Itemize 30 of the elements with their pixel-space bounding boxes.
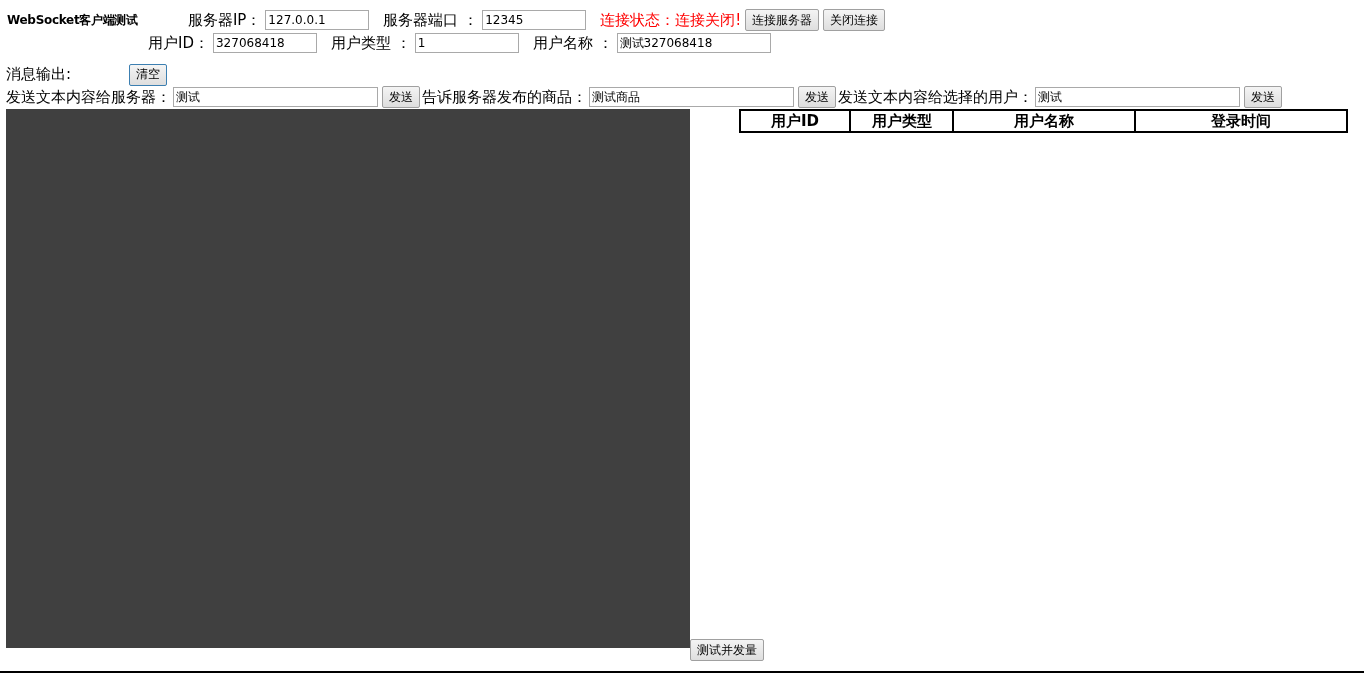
column-header: 用户名称 [953, 110, 1135, 132]
input-field[interactable]: 12345 [482, 10, 587, 30]
input-field[interactable]: 测试327068418 [616, 33, 771, 53]
message-input[interactable]: 测试 [1035, 87, 1240, 107]
input-field[interactable]: 127.0.0.1 [265, 10, 370, 30]
field-label: 告诉服务器发布的商品： [422, 87, 587, 107]
send-button[interactable]: 发送 [1244, 86, 1282, 108]
field-label: 用户ID： [148, 33, 209, 53]
field-label: 发送文本内容给服务器： [6, 87, 171, 107]
connection-button[interactable]: 连接服务器 [745, 9, 820, 31]
output-label: 消息输出: [6, 65, 73, 84]
column-header: 用户类型 [850, 110, 953, 132]
column-header: 用户ID [740, 110, 850, 132]
connection-status: 连接状态：连接关闭! [600, 10, 742, 30]
send-button[interactable]: 发送 [382, 86, 420, 108]
field-label: 用户类型 ： [331, 33, 411, 53]
connection-button[interactable]: 关闭连接 [823, 9, 886, 31]
field-label: 发送文本内容给选择的用户： [838, 87, 1033, 107]
field-label: 服务器端口 ： [383, 10, 479, 30]
send-button[interactable]: 发送 [798, 86, 836, 108]
concurrency-test-button[interactable]: 测试并发量 [690, 639, 764, 661]
field-label: 服务器IP： [187, 10, 262, 30]
column-header: 登录时间 [1135, 110, 1347, 132]
input-field[interactable]: 327068418 [213, 33, 317, 53]
message-input[interactable]: 测试 [173, 87, 378, 107]
clear-button[interactable]: 清空 [129, 63, 167, 86]
page-title: WebSocket客户端测试 [7, 11, 138, 29]
input-field[interactable]: 1 [414, 33, 519, 53]
message-input[interactable]: 测试商品 [589, 87, 794, 107]
field-label: 用户名称 ： [532, 33, 613, 53]
